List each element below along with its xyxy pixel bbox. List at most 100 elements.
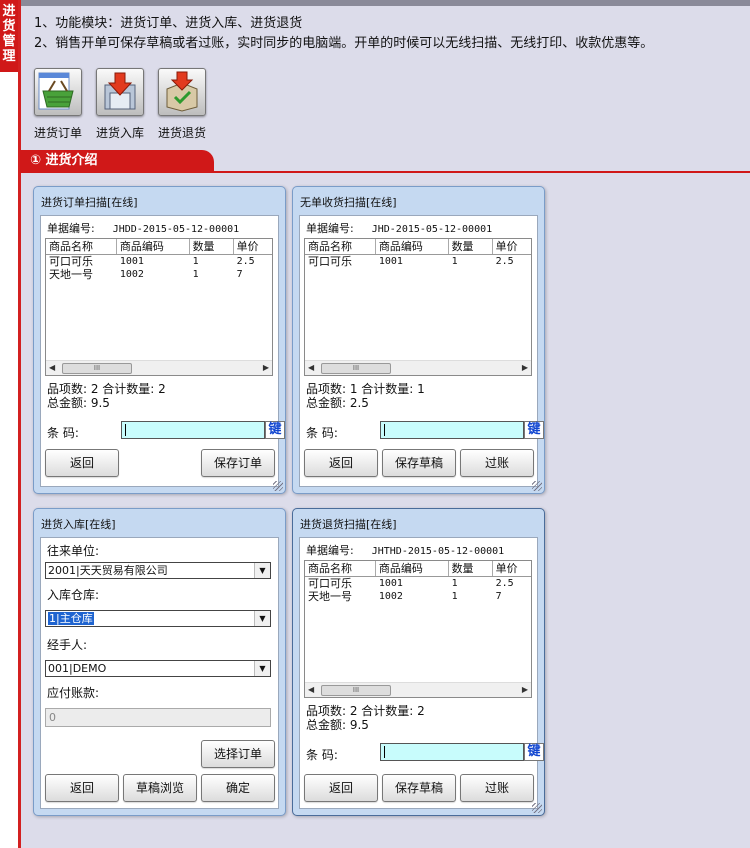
scroll-thumb[interactable]: III bbox=[62, 363, 132, 374]
summary: 品项数: 2 合计数量: 2 总金额: 9.5 bbox=[47, 382, 166, 410]
select-order-button[interactable]: 选择订单 bbox=[201, 740, 275, 768]
summary-count: 品项数: 2 合计数量: 2 bbox=[47, 382, 166, 396]
handler-value: 001|DEMO bbox=[48, 662, 107, 675]
chevron-down-icon[interactable]: ▼ bbox=[254, 611, 270, 626]
summary-total: 总金额: 2.5 bbox=[306, 396, 369, 410]
item-grid[interactable]: 商品名称 商品编码 数量 单价 可口可乐 1001 1 2.5 天地一号 100… bbox=[304, 560, 532, 698]
col-name[interactable]: 商品名称 bbox=[46, 239, 117, 254]
summary-total: 总金额: 9.5 bbox=[47, 396, 110, 410]
table-row[interactable]: 天地一号 1002 1 7 bbox=[46, 268, 272, 281]
save-order-button[interactable]: 保存订单 bbox=[201, 449, 275, 477]
window-title: 进货订单扫描[在线] bbox=[41, 196, 138, 209]
scroll-right-icon[interactable]: ▶ bbox=[263, 363, 269, 372]
scroll-left-icon[interactable]: ◀ bbox=[308, 363, 314, 372]
partner-select[interactable]: 2001|天天贸易有限公司 ▼ bbox=[45, 562, 271, 579]
back-button[interactable]: 返回 bbox=[304, 449, 378, 477]
section-divider bbox=[20, 171, 750, 173]
resize-grip[interactable] bbox=[273, 481, 283, 491]
resize-grip[interactable] bbox=[532, 481, 542, 491]
horizontal-scrollbar[interactable]: ◀ III ▶ bbox=[305, 682, 531, 697]
barcode-input[interactable] bbox=[380, 743, 524, 761]
save-draft-button[interactable]: 保存草稿 bbox=[382, 449, 456, 477]
table-row[interactable]: 可口可乐 1001 1 2.5 bbox=[305, 255, 531, 268]
col-code[interactable]: 商品编码 bbox=[116, 239, 190, 254]
window-purchase-order-scan: 进货订单扫描[在线] 单据编号: JHDD-2015-05-12-00001 商品… bbox=[33, 186, 286, 494]
module-label: 进货退货 bbox=[157, 126, 206, 140]
section-header: ① 进货介绍 bbox=[20, 150, 214, 172]
table-row[interactable]: 可口可乐 1001 1 2.5 bbox=[305, 577, 531, 590]
horizontal-scrollbar[interactable]: ◀ III ▶ bbox=[46, 360, 272, 375]
back-button[interactable]: 返回 bbox=[304, 774, 378, 802]
handler-label: 经手人: bbox=[47, 638, 88, 652]
module-label: 进货订单 bbox=[33, 126, 82, 140]
doc-number-label: 单据编号: bbox=[306, 222, 354, 235]
chevron-down-icon[interactable]: ▼ bbox=[254, 563, 270, 578]
item-grid[interactable]: 商品名称 商品编码 数量 单价 可口可乐 1001 1 2.5 ◀ III ▶ bbox=[304, 238, 532, 376]
cell-qty: 1 bbox=[451, 591, 458, 602]
back-button[interactable]: 返回 bbox=[45, 774, 119, 802]
col-qty[interactable]: 数量 bbox=[448, 239, 493, 254]
keyboard-button[interactable]: 键 bbox=[524, 421, 544, 439]
col-price[interactable]: 单价 bbox=[492, 561, 531, 576]
doc-number-value: JHTHD-2015-05-12-00001 bbox=[371, 546, 505, 557]
table-row[interactable]: 天地一号 1002 1 7 bbox=[305, 590, 531, 603]
col-qty[interactable]: 数量 bbox=[189, 239, 234, 254]
cell-code: 1001 bbox=[119, 256, 144, 267]
warehouse-in-icon bbox=[96, 68, 144, 116]
window-client: 单据编号: JHDD-2015-05-12-00001 商品名称 商品编码 数量 … bbox=[40, 215, 285, 487]
confirm-button[interactable]: 确定 bbox=[201, 774, 275, 802]
payable-field[interactable]: 0 bbox=[45, 708, 271, 727]
save-draft-button[interactable]: 保存草稿 bbox=[382, 774, 456, 802]
cell-name: 天地一号 bbox=[49, 268, 93, 281]
module-stock-in[interactable]: 进货入库 bbox=[92, 68, 148, 141]
col-code[interactable]: 商品编码 bbox=[375, 239, 449, 254]
intro-line-1: 1、功能模块：进货订单、进货入库、进货退货 bbox=[34, 16, 303, 31]
col-price[interactable]: 单价 bbox=[233, 239, 272, 254]
keyboard-button[interactable]: 键 bbox=[524, 743, 544, 761]
col-code[interactable]: 商品编码 bbox=[375, 561, 449, 576]
window-stock-in: 进货入库[在线] 往来单位: 2001|天天贸易有限公司 ▼ 入库仓库: 1|主… bbox=[33, 508, 286, 816]
cell-price: 2.5 bbox=[236, 256, 255, 267]
doc-number-value: JHD-2015-05-12-00001 bbox=[371, 224, 493, 235]
doc-number-label: 单据编号: bbox=[47, 222, 95, 235]
cell-price: 2.5 bbox=[495, 578, 514, 589]
handler-select[interactable]: 001|DEMO ▼ bbox=[45, 660, 271, 677]
warehouse-value: 1|主仓库 bbox=[48, 612, 94, 625]
cell-code: 1002 bbox=[378, 591, 403, 602]
scroll-left-icon[interactable]: ◀ bbox=[308, 685, 314, 694]
sidebar-label: 进货管理 bbox=[0, 0, 18, 72]
module-purchase-return[interactable]: 进货退货 bbox=[154, 68, 210, 141]
barcode-row: 条 码: 键 bbox=[306, 421, 544, 441]
scroll-right-icon[interactable]: ▶ bbox=[522, 363, 528, 372]
post-button[interactable]: 过账 bbox=[460, 774, 534, 802]
col-name[interactable]: 商品名称 bbox=[305, 239, 376, 254]
payable-label: 应付账款: bbox=[47, 686, 100, 700]
table-row[interactable]: 可口可乐 1001 1 2.5 bbox=[46, 255, 272, 268]
scroll-thumb[interactable]: III bbox=[321, 685, 391, 696]
horizontal-scrollbar[interactable]: ◀ III ▶ bbox=[305, 360, 531, 375]
back-button[interactable]: 返回 bbox=[45, 449, 119, 477]
intro-text: 1、功能模块：进货订单、进货入库、进货退货 2、销售开单可保存草稿或者过账，实时… bbox=[34, 14, 653, 54]
col-name[interactable]: 商品名称 bbox=[305, 561, 376, 576]
col-price[interactable]: 单价 bbox=[492, 239, 531, 254]
chevron-down-icon[interactable]: ▼ bbox=[254, 661, 270, 676]
partner-value: 2001|天天贸易有限公司 bbox=[48, 564, 168, 577]
scroll-thumb[interactable]: III bbox=[321, 363, 391, 374]
cell-qty: 1 bbox=[192, 269, 199, 280]
item-grid[interactable]: 商品名称 商品编码 数量 单价 可口可乐 1001 1 2.5 天地一号 100… bbox=[45, 238, 273, 376]
module-purchase-order[interactable]: 进货订单 bbox=[30, 68, 86, 141]
cell-qty: 1 bbox=[451, 256, 458, 267]
keyboard-button[interactable]: 键 bbox=[265, 421, 285, 439]
scroll-right-icon[interactable]: ▶ bbox=[522, 685, 528, 694]
warehouse-select[interactable]: 1|主仓库 ▼ bbox=[45, 610, 271, 627]
doc-number: 单据编号: JHTHD-2015-05-12-00001 bbox=[306, 542, 504, 558]
summary-count: 品项数: 2 合计数量: 2 bbox=[306, 704, 425, 718]
partner-label: 往来单位: bbox=[47, 544, 100, 558]
col-qty[interactable]: 数量 bbox=[448, 561, 493, 576]
barcode-input[interactable] bbox=[380, 421, 524, 439]
resize-grip[interactable] bbox=[532, 803, 542, 813]
post-button[interactable]: 过账 bbox=[460, 449, 534, 477]
scroll-left-icon[interactable]: ◀ bbox=[49, 363, 55, 372]
barcode-input[interactable] bbox=[121, 421, 265, 439]
draft-browse-button[interactable]: 草稿浏览 bbox=[123, 774, 197, 802]
